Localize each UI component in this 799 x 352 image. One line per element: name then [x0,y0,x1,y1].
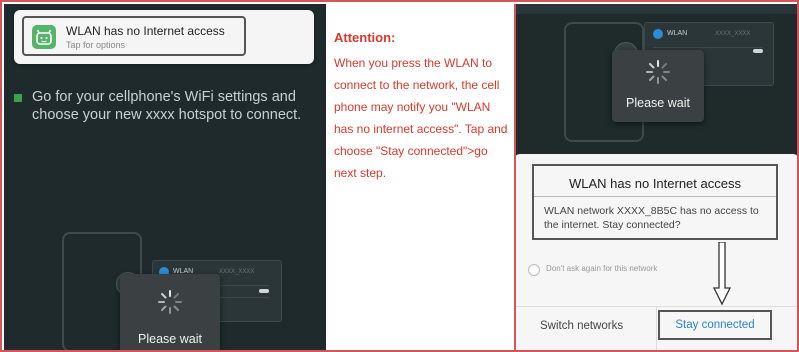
down-arrow-icon [712,242,732,306]
stay-connected-button[interactable]: Stay connected [658,310,772,340]
notification-highlight-box: WLAN has no Internet access Tap for opti… [22,16,246,56]
wifi-card-network: XXXX_XXXX [219,269,255,275]
dialog-divider [534,196,776,197]
attention-note: Attention: When you press the WLAN to co… [326,4,514,350]
notification-subtitle: Tap for options [66,40,126,50]
please-wait-popup: Please wait [612,50,704,122]
loading-spinner-icon [646,60,670,84]
status-strip [516,4,797,14]
please-wait-text: Please wait [626,96,690,110]
please-wait-text: Please wait [138,332,202,346]
left-screenshot-panel: WLAN has no Internet access Tap for opti… [4,4,326,350]
right-screenshot-panel: WLAN XXXX_XXXX Please wait WLAN has no I… [514,4,797,350]
attention-title: Attention: [334,30,396,45]
loading-spinner-icon [158,290,182,314]
dont-ask-label: Don't ask again for this network [546,264,658,273]
please-wait-popup: Please wait [120,274,220,350]
button-separator [656,306,657,350]
dialog-highlight-box: WLAN has no Internet access WLAN network… [532,164,778,240]
dialog-title: WLAN has no Internet access [569,176,741,191]
bullet-icon [14,94,22,102]
notification-title: WLAN has no Internet access [66,24,225,38]
tutorial-frame: WLAN has no Internet access Tap for opti… [0,0,799,352]
wlan-icon [653,29,663,39]
no-internet-dialog: WLAN has no Internet access WLAN network… [516,154,797,350]
notification-card[interactable]: WLAN has no Internet access Tap for opti… [14,10,314,64]
attention-body: When you press the WLAN to connect to th… [334,56,508,180]
dialog-message: WLAN network XXXX_8B5C has no access to … [544,205,759,231]
switch-networks-button[interactable]: Switch networks [540,314,650,338]
wifi-card-network: XXXX_XXXX [715,31,751,37]
wifi-card-label: WLAN [667,30,688,37]
dont-ask-checkbox[interactable] [528,264,540,276]
android-app-icon [32,25,56,49]
instruction-text: Go for your cellphone's WiFi settings an… [32,89,302,123]
